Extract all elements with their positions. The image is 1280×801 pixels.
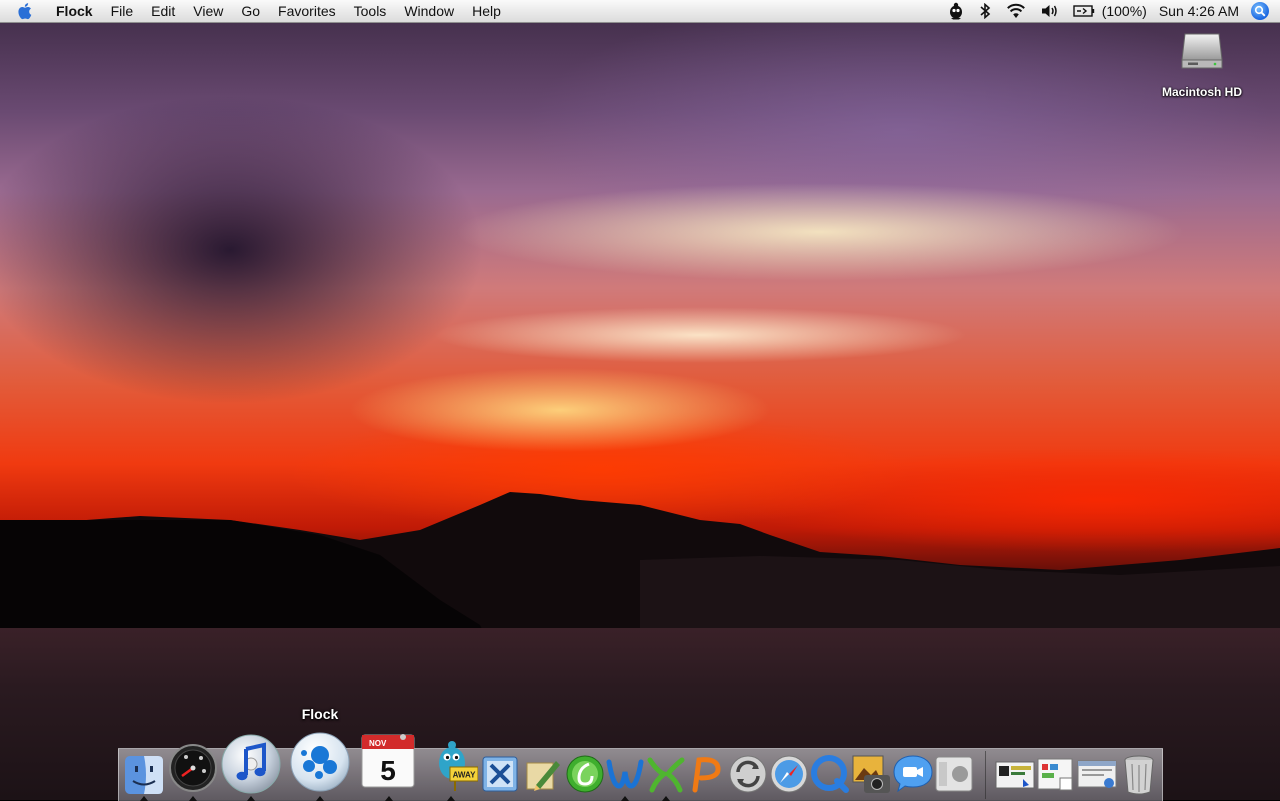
safari-icon[interactable] bbox=[769, 754, 809, 794]
finder-icon[interactable] bbox=[124, 755, 164, 795]
dock: NOV 5 AWAY bbox=[118, 732, 1163, 801]
wifi-icon[interactable] bbox=[998, 0, 1034, 22]
menu-edit[interactable]: Edit bbox=[142, 0, 184, 22]
spotlight-icon[interactable] bbox=[1251, 2, 1269, 20]
menu-view[interactable]: View bbox=[184, 0, 232, 22]
menu-go[interactable]: Go bbox=[232, 0, 269, 22]
ical-day: 5 bbox=[380, 755, 396, 786]
menu-file[interactable]: File bbox=[102, 0, 143, 22]
adium-icon[interactable] bbox=[940, 0, 972, 22]
flock-icon[interactable] bbox=[289, 731, 351, 793]
apple-menu-icon[interactable] bbox=[0, 0, 47, 22]
contribute-running-indicator bbox=[621, 796, 629, 801]
itunes-running-indicator bbox=[247, 796, 255, 801]
ical-icon[interactable]: NOV 5 bbox=[359, 729, 417, 789]
menu-clock[interactable]: Sun 4:26 AM bbox=[1151, 0, 1249, 22]
dock-tooltip: Flock bbox=[301, 706, 339, 722]
battery-percent[interactable]: (100%) bbox=[1102, 0, 1151, 22]
battery-icon[interactable] bbox=[1066, 0, 1102, 22]
finder-running-indicator bbox=[140, 796, 148, 801]
flock-running-indicator bbox=[316, 796, 324, 801]
dashboard-running-indicator bbox=[189, 796, 197, 801]
menu-app-flock[interactable]: Flock bbox=[47, 0, 102, 22]
system-profiler-icon[interactable] bbox=[934, 755, 974, 793]
flash-icon[interactable] bbox=[687, 754, 727, 794]
trash-icon[interactable] bbox=[1122, 754, 1156, 796]
adium-dock-icon[interactable]: AWAY bbox=[432, 737, 478, 793]
itunes-icon[interactable] bbox=[220, 733, 282, 795]
bluetooth-icon[interactable] bbox=[972, 0, 998, 22]
quicktime-icon[interactable] bbox=[810, 754, 850, 794]
menu-tools[interactable]: Tools bbox=[345, 0, 396, 22]
pen-tool-icon[interactable] bbox=[524, 755, 562, 793]
ical-running-indicator bbox=[385, 796, 393, 801]
dashboard-icon[interactable] bbox=[168, 743, 218, 793]
macintosh-hd-icon[interactable]: Macintosh HD bbox=[1156, 30, 1248, 99]
x11-tool-icon[interactable] bbox=[481, 755, 519, 793]
ichat-icon[interactable] bbox=[892, 753, 934, 795]
iphoto-icon[interactable] bbox=[850, 753, 892, 795]
fireworks-running-indicator bbox=[662, 796, 670, 801]
menu-bar: Flock File Edit View Go Favorites Tools … bbox=[0, 0, 1280, 23]
menu-favorites[interactable]: Favorites bbox=[269, 0, 345, 22]
volume-icon[interactable] bbox=[1034, 0, 1066, 22]
ical-month: NOV bbox=[369, 739, 387, 748]
away-sign-text: AWAY bbox=[453, 771, 476, 780]
dock-separator bbox=[985, 751, 986, 799]
document-2-icon[interactable] bbox=[1036, 756, 1076, 792]
sync-icon[interactable] bbox=[728, 754, 768, 794]
document-1-icon[interactable] bbox=[995, 757, 1035, 791]
fireworks-icon[interactable] bbox=[646, 754, 686, 794]
menu-help[interactable]: Help bbox=[463, 0, 510, 22]
adium-running-indicator bbox=[447, 796, 455, 801]
contribute-icon[interactable] bbox=[605, 754, 645, 794]
document-3-icon[interactable] bbox=[1077, 757, 1117, 791]
menu-window[interactable]: Window bbox=[395, 0, 463, 22]
hard-drive-icon bbox=[1181, 33, 1223, 69]
macintosh-hd-label: Macintosh HD bbox=[1161, 85, 1242, 99]
dreamweaver-icon[interactable] bbox=[565, 754, 605, 794]
